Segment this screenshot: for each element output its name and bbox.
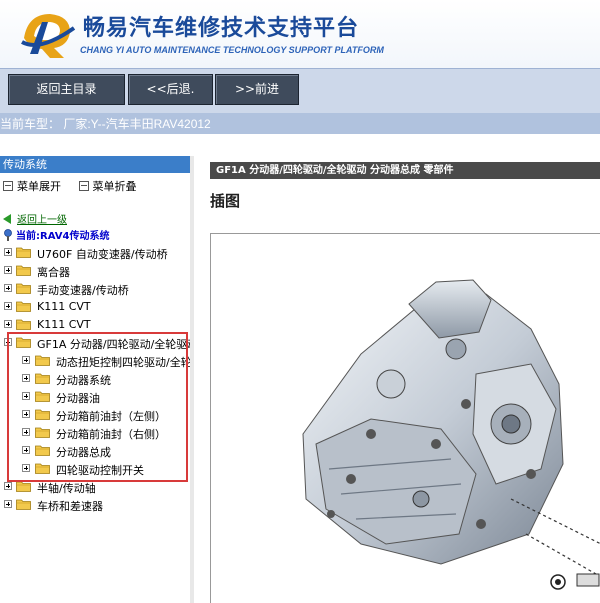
tree-node[interactable]: 离合器 bbox=[0, 262, 190, 280]
menu-controls: 菜单展开 菜单折叠 bbox=[3, 178, 151, 194]
figure-title: 插图 bbox=[210, 192, 241, 210]
illustration-frame bbox=[210, 233, 600, 603]
menu-expand-icon bbox=[3, 181, 13, 191]
tree-node[interactable]: U760F 自动变速器/传动桥 bbox=[0, 244, 190, 262]
folder-icon bbox=[16, 300, 31, 312]
toolbar: 返回主目录 <<后退. >>前进 bbox=[0, 68, 600, 114]
expand-icon[interactable] bbox=[4, 500, 12, 508]
expand-all-button[interactable]: 菜单展开 bbox=[3, 178, 61, 194]
logo-icon bbox=[21, 14, 76, 58]
up-level-label: 返回上一级 bbox=[17, 215, 67, 226]
folder-icon bbox=[16, 282, 31, 294]
back-arrow-icon bbox=[3, 214, 11, 224]
expand-icon[interactable] bbox=[4, 284, 12, 292]
tree-node[interactable]: 手动变速器/传动桥 bbox=[0, 280, 190, 298]
transfer-case-illustration bbox=[302, 279, 600, 590]
folder-icon bbox=[16, 264, 31, 276]
tree-node[interactable]: K111 CVT bbox=[0, 298, 190, 316]
folder-icon bbox=[16, 318, 31, 330]
current-vehicle: 当前车型： 厂家:Y--汽车丰田RAV42012 bbox=[0, 117, 211, 131]
folder-icon bbox=[16, 498, 31, 510]
forward-button[interactable]: >>前进 bbox=[215, 74, 299, 105]
expand-icon[interactable] bbox=[4, 266, 12, 274]
collapse-label: 菜单折叠 bbox=[92, 180, 137, 193]
home-button[interactable]: 返回主目录 bbox=[8, 74, 125, 105]
content-panel: GF1A 分动器/四轮驱动/全轮驱动 分动器总成 零部件 插图 bbox=[194, 156, 600, 603]
spacer bbox=[0, 134, 600, 156]
current-system-label: 当前:RAV4传动系统 bbox=[16, 231, 110, 242]
tree-node-label: 离合器 bbox=[37, 266, 70, 279]
expand-icon[interactable] bbox=[4, 320, 12, 328]
up-level-link[interactable]: 返回上一级 bbox=[3, 211, 67, 226]
expand-label: 菜单展开 bbox=[17, 180, 61, 193]
vehicle-bar: 当前车型： 厂家:Y--汽车丰田RAV42012 bbox=[0, 113, 600, 134]
app-title: 畅易汽车维修技术支持平台 bbox=[83, 16, 360, 41]
tree-node-label: 车桥和差速器 bbox=[37, 500, 103, 513]
expand-icon[interactable] bbox=[4, 482, 12, 490]
tree-node-label: K111 CVT bbox=[37, 318, 91, 331]
sidebar-header: 传动系统 bbox=[0, 156, 190, 173]
tree-node[interactable]: 车桥和差速器 bbox=[0, 496, 190, 514]
tree-node-label: 半轴/传动轴 bbox=[37, 482, 96, 495]
tree-node-label: 手动变速器/传动桥 bbox=[37, 284, 129, 297]
app-header: 畅易汽车维修技术支持平台 CHANG YI AUTO MAINTENANCE T… bbox=[0, 0, 600, 68]
collapse-all-button[interactable]: 菜单折叠 bbox=[78, 178, 137, 194]
location-pin-icon bbox=[4, 229, 12, 241]
folder-icon bbox=[16, 246, 31, 258]
content-path-bar: GF1A 分动器/四轮驱动/全轮驱动 分动器总成 零部件 bbox=[210, 162, 600, 179]
tree-node-label: U760F 自动变速器/传动桥 bbox=[37, 248, 168, 261]
current-system: 当前:RAV4传动系统 bbox=[3, 227, 109, 242]
highlight-annotation bbox=[7, 332, 188, 482]
app-subtitle: CHANG YI AUTO MAINTENANCE TECHNOLOGY SUP… bbox=[80, 45, 384, 55]
back-button[interactable]: <<后退. bbox=[128, 74, 213, 105]
expand-icon[interactable] bbox=[4, 302, 12, 310]
tree-node-label: K111 CVT bbox=[37, 300, 91, 313]
menu-collapse-icon bbox=[78, 181, 89, 191]
expand-icon[interactable] bbox=[4, 248, 12, 256]
